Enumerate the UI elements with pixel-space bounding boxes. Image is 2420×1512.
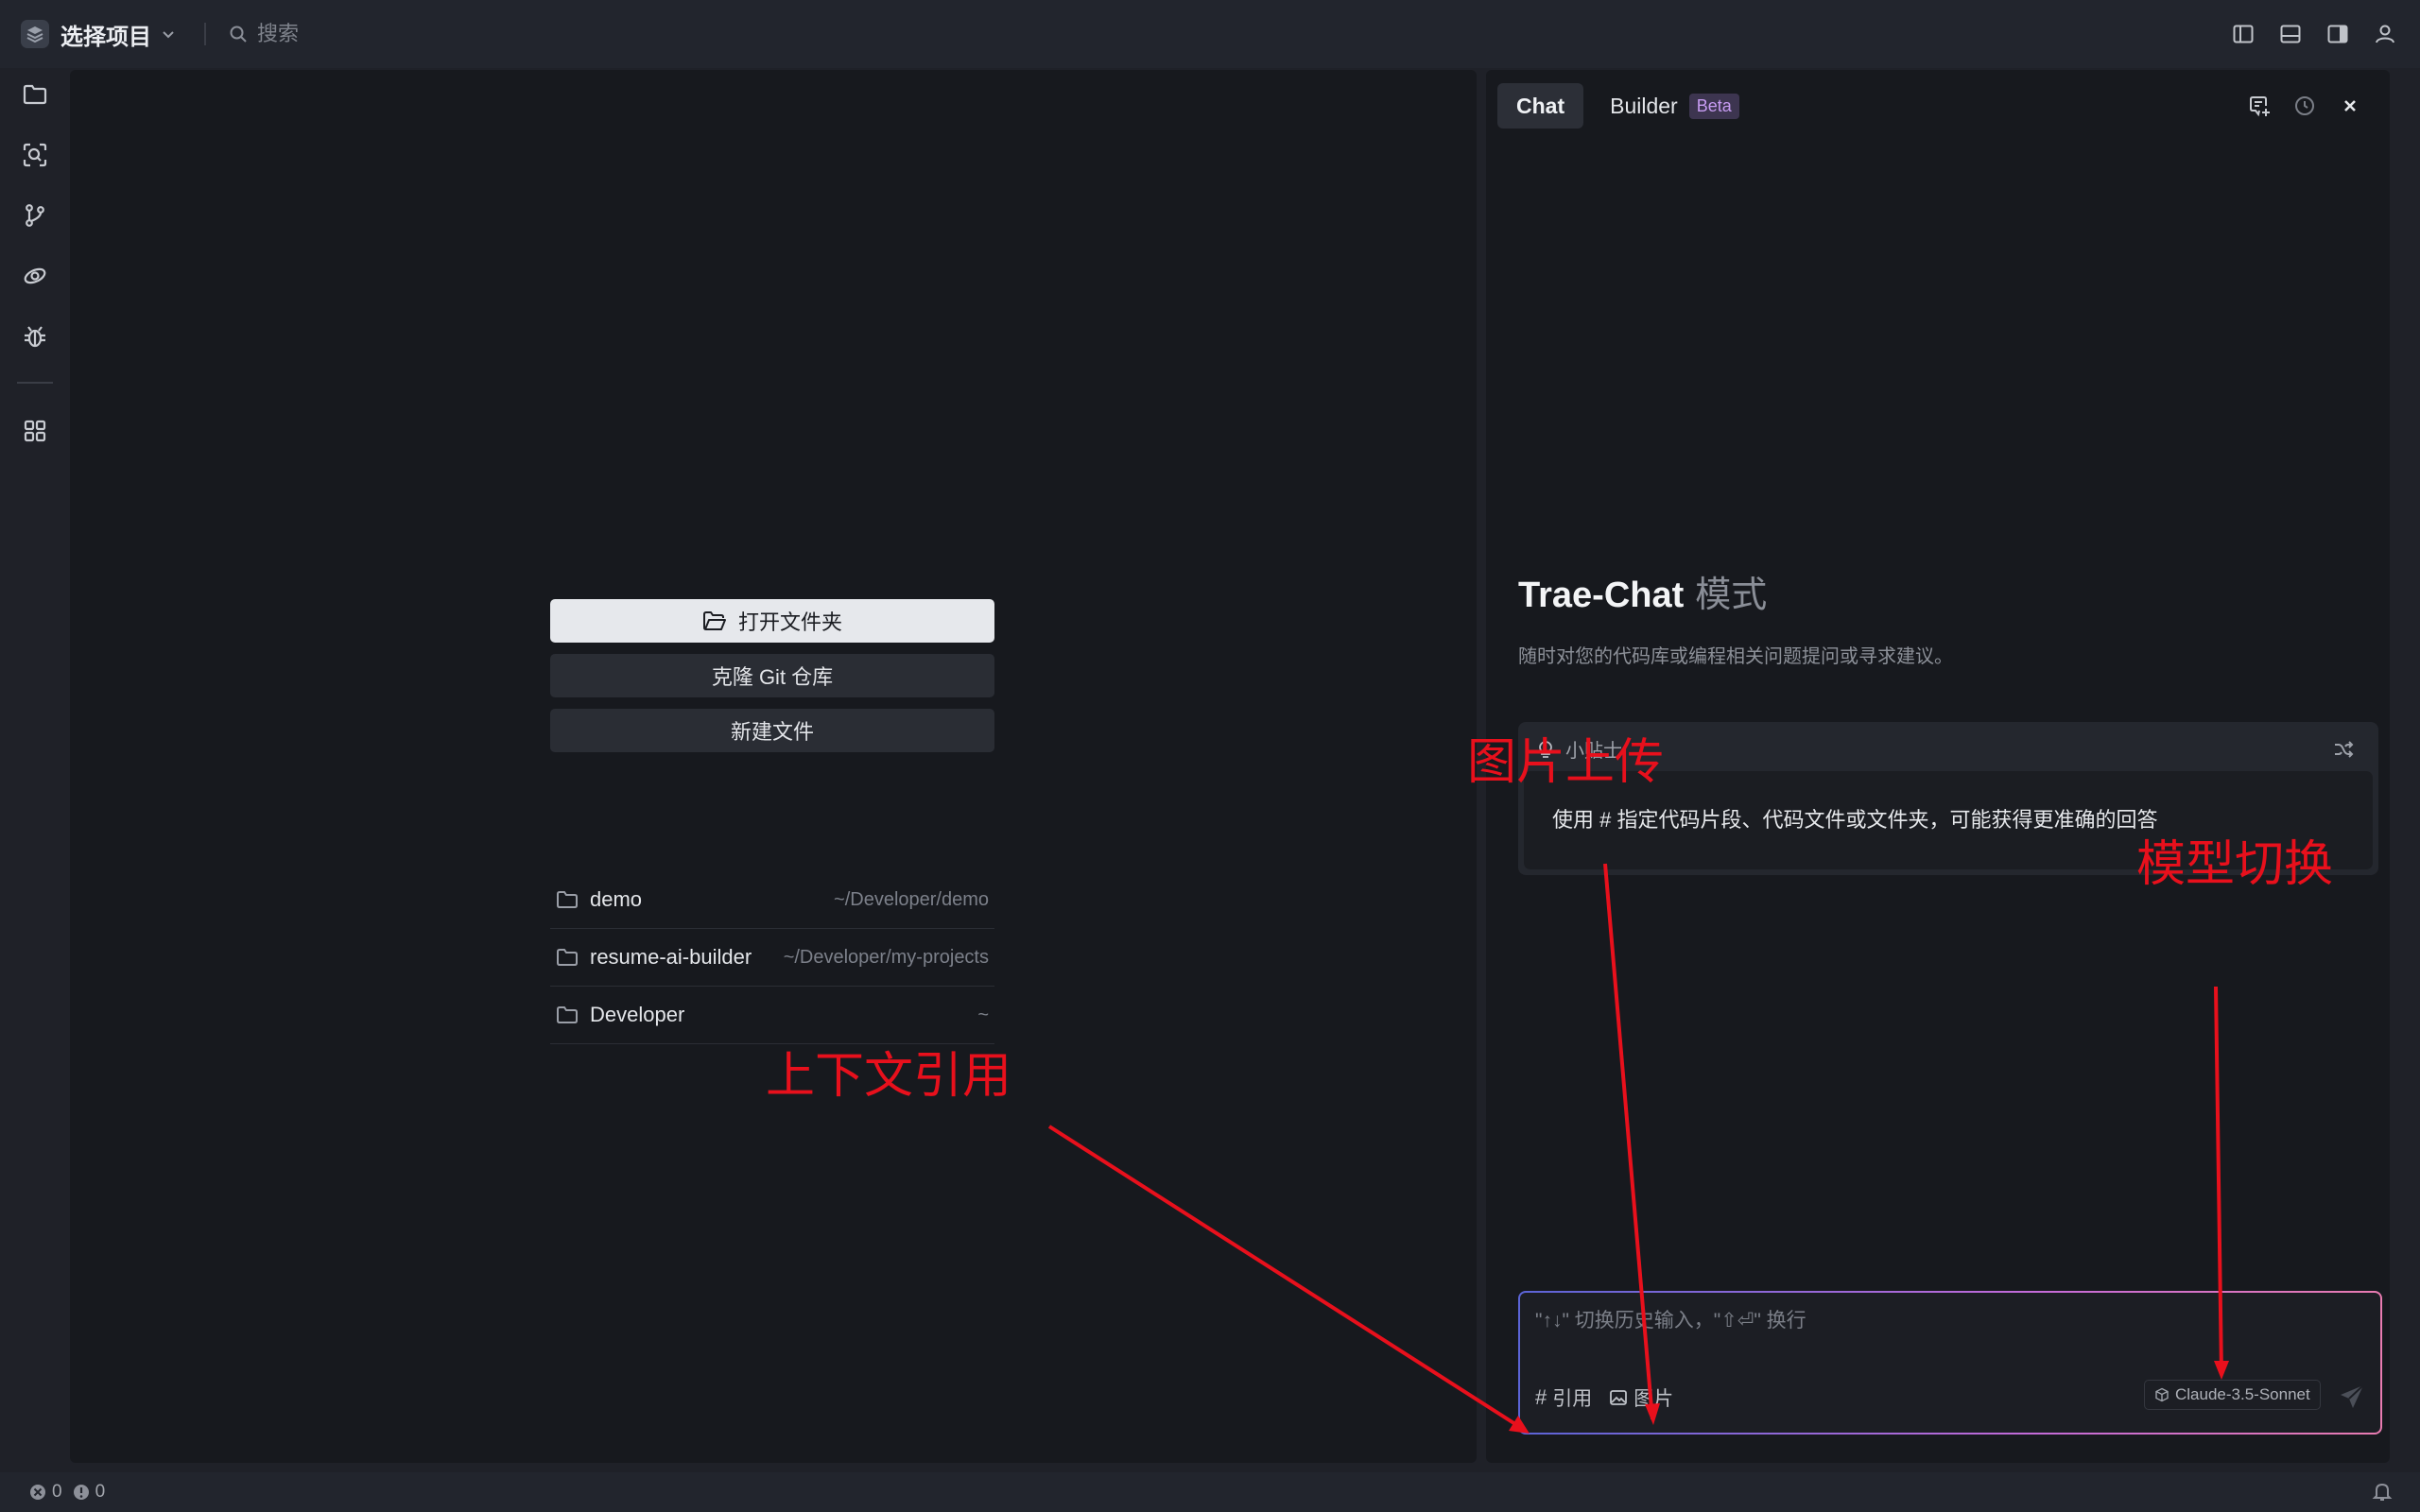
new-chat-button[interactable] xyxy=(2237,87,2282,125)
recent-project-path: ~ xyxy=(977,1004,989,1025)
bell-icon xyxy=(2372,1483,2393,1501)
welcome-subtitle: 随时对您的代码库或编程相关问题提问或寻求建议。 xyxy=(1518,646,1953,667)
annotation-context-reference: 上下文引用 xyxy=(766,1048,1012,1105)
folder-icon xyxy=(557,1006,578,1023)
recent-project-name: demo xyxy=(590,887,643,911)
warning-icon xyxy=(73,1485,89,1500)
send-button[interactable] xyxy=(2333,1380,2371,1414)
sidebar-left-icon xyxy=(2233,25,2254,43)
activity-divider xyxy=(17,382,53,384)
tab-builder[interactable]: Builder Beta xyxy=(1610,93,1739,119)
image-label: 图片 xyxy=(1634,1388,1674,1410)
chat-tabs: Chat Builder Beta xyxy=(1497,83,1739,129)
bug-icon xyxy=(25,326,45,348)
search-icon xyxy=(229,25,248,43)
error-count: 0 xyxy=(52,1482,62,1502)
annotation-image-upload: 图片上传 xyxy=(1467,734,1665,791)
activity-bar xyxy=(0,68,70,1472)
hash-icon: # xyxy=(1535,1385,1547,1409)
chat-input[interactable] xyxy=(1535,1310,2348,1332)
activity-source-control[interactable] xyxy=(10,191,60,240)
beta-badge: Beta xyxy=(1688,93,1739,119)
recent-project-name: Developer xyxy=(590,1003,685,1026)
error-icon xyxy=(30,1485,45,1500)
sidebar-right-icon xyxy=(2327,25,2348,43)
status-bar: 0 0 xyxy=(0,1472,2420,1512)
folder-icon xyxy=(557,949,578,966)
new-chat-icon xyxy=(2250,96,2270,117)
cube-icon xyxy=(2155,1387,2169,1402)
chat-toolbar xyxy=(2237,87,2373,125)
titlebar-search[interactable] xyxy=(229,22,635,46)
toggle-primary-sidebar-button[interactable] xyxy=(2220,10,2267,58)
search-focus-icon xyxy=(23,143,47,167)
notifications-button[interactable] xyxy=(2371,1480,2394,1503)
activity-explorer[interactable] xyxy=(10,70,60,119)
recent-project-path: ~/Developer/my-projects xyxy=(783,946,989,968)
recent-project-name: resume-ai-builder xyxy=(590,945,752,969)
tab-builder-label: Builder xyxy=(1610,93,1678,118)
layers-icon xyxy=(21,20,49,48)
toggle-secondary-sidebar-button[interactable] xyxy=(2314,10,2361,58)
image-icon xyxy=(1610,1390,1628,1405)
activity-extensions[interactable] xyxy=(10,406,60,455)
project-name: 选择项目 xyxy=(60,24,151,50)
shuffle-tip-button[interactable] xyxy=(2327,733,2360,765)
user-icon xyxy=(2376,25,2394,43)
editor-area: 打开文件夹 克隆 Git 仓库 新建文件 demo ~/Developer/de… xyxy=(70,70,1477,1463)
status-warnings[interactable]: 0 xyxy=(72,1482,106,1503)
history-button[interactable] xyxy=(2282,87,2327,125)
status-errors[interactable]: 0 xyxy=(28,1482,62,1503)
tip-text: 使用 # 指定代码片段、代码文件或文件夹，可能获得更准确的回答 xyxy=(1552,808,2158,832)
project-selector[interactable]: 选择项目 xyxy=(21,18,176,51)
tab-chat[interactable]: Chat xyxy=(1497,83,1584,129)
recent-project-row[interactable]: demo ~/Developer/demo xyxy=(550,871,994,929)
reference-label: 引用 xyxy=(1552,1388,1593,1410)
layout-controls xyxy=(2220,0,2420,68)
account-button[interactable] xyxy=(2361,10,2409,58)
close-icon xyxy=(2344,100,2356,112)
new-file-button[interactable]: 新建文件 xyxy=(550,709,994,752)
open-folder-label: 打开文件夹 xyxy=(737,610,842,634)
image-upload-button[interactable]: 图片 xyxy=(1609,1383,1673,1412)
titlebar-divider xyxy=(204,23,206,45)
title-bar: 选择项目 xyxy=(0,0,2420,68)
folder-icon xyxy=(23,84,47,105)
annotation-model-switch: 模型切换 xyxy=(2136,836,2334,893)
orbit-icon xyxy=(24,267,46,284)
toggle-panel-button[interactable] xyxy=(2267,10,2314,58)
shuffle-icon xyxy=(2335,741,2354,758)
grid-icon xyxy=(24,420,46,442)
history-icon xyxy=(2295,96,2314,115)
welcome-title-mode: 模式 xyxy=(1695,576,1768,615)
activity-debug[interactable] xyxy=(10,312,60,361)
reference-button[interactable]: # 引用 xyxy=(1535,1383,1592,1412)
chat-input-box: # 引用 图片 Claude-3.5-Sonnet xyxy=(1518,1291,2382,1435)
panel-bottom-icon xyxy=(2280,25,2301,43)
clone-git-button[interactable]: 克隆 Git 仓库 xyxy=(550,654,994,697)
activity-remote[interactable] xyxy=(10,251,60,301)
recent-projects: demo ~/Developer/demo resume-ai-builder … xyxy=(550,871,994,1044)
recent-project-path: ~/Developer/demo xyxy=(834,888,989,910)
welcome-title-name: Trae-Chat xyxy=(1518,576,1685,615)
send-icon xyxy=(2341,1384,2364,1408)
chevron-down-icon xyxy=(161,26,176,42)
git-branch-icon xyxy=(26,204,44,227)
warning-count: 0 xyxy=(95,1482,106,1502)
model-name: Claude-3.5-Sonnet xyxy=(2175,1385,2310,1403)
folder-open-icon xyxy=(702,611,726,630)
open-folder-button[interactable]: 打开文件夹 xyxy=(550,599,994,643)
close-panel-button[interactable] xyxy=(2327,87,2373,125)
search-input[interactable] xyxy=(257,22,635,46)
folder-icon xyxy=(557,891,578,908)
activity-search[interactable] xyxy=(10,130,60,180)
recent-project-row[interactable]: resume-ai-builder ~/Developer/my-project… xyxy=(550,929,994,987)
welcome-title: Trae-Chat 模式 xyxy=(1518,565,1767,617)
model-selector[interactable]: Claude-3.5-Sonnet xyxy=(2144,1380,2321,1410)
start-actions: 打开文件夹 克隆 Git 仓库 新建文件 xyxy=(550,599,994,752)
input-actions: # 引用 图片 xyxy=(1535,1383,1690,1412)
